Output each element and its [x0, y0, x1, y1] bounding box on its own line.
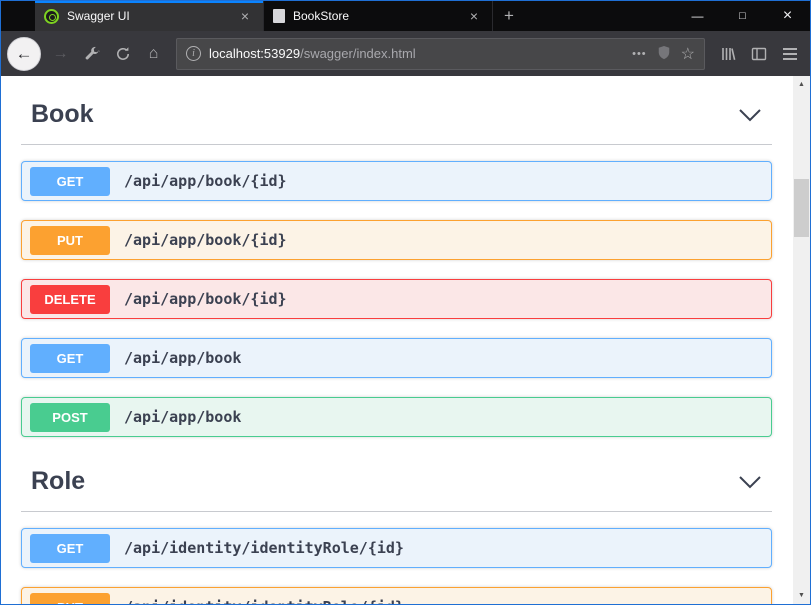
- method-badge: GET: [30, 167, 110, 196]
- url-path: /swagger/index.html: [300, 46, 416, 61]
- method-badge: PUT: [30, 226, 110, 255]
- navigation-toolbar: ← → ⌂ i localhost:53929/swagger/index.ht…: [1, 31, 810, 76]
- operation-row[interactable]: PUT /api/app/book/{id}: [21, 220, 772, 260]
- url-bar[interactable]: i localhost:53929/swagger/index.html •••…: [176, 38, 705, 70]
- section-title: Book: [31, 100, 94, 129]
- info-icon[interactable]: i: [186, 46, 201, 61]
- url-actions: ••• ☆: [632, 44, 695, 64]
- url-text: localhost:53929/swagger/index.html: [209, 46, 624, 61]
- library-icon[interactable]: [713, 39, 742, 68]
- back-arrow-icon: ←: [16, 44, 33, 64]
- maximize-button[interactable]: □: [720, 1, 765, 31]
- chevron-down-icon[interactable]: [738, 475, 762, 489]
- swagger-sections: Book GET /api/app/book/{id} PUT /api/app…: [1, 76, 793, 604]
- sidebar-toggle-icon[interactable]: [744, 39, 773, 68]
- operation-path: /api/app/book: [124, 349, 241, 367]
- operation-row[interactable]: GET /api/app/book/{id}: [21, 161, 772, 201]
- swagger-favicon-icon: [44, 9, 59, 24]
- forward-button[interactable]: →: [46, 39, 75, 68]
- titlebar-spacer: [1, 1, 35, 31]
- scroll-up-icon[interactable]: ▲: [793, 76, 810, 93]
- section-header[interactable]: Book: [21, 96, 772, 145]
- chevron-down-icon[interactable]: [738, 108, 762, 122]
- method-badge: POST: [30, 403, 110, 432]
- new-tab-button[interactable]: +: [493, 1, 525, 31]
- back-button[interactable]: ←: [7, 37, 41, 71]
- operation-path: /api/identity/identityRole/{id}: [124, 598, 404, 604]
- close-tab-icon[interactable]: ×: [465, 8, 483, 24]
- home-button[interactable]: ⌂: [139, 39, 168, 68]
- refresh-button[interactable]: [108, 39, 137, 68]
- page-content: Book GET /api/app/book/{id} PUT /api/app…: [1, 76, 810, 604]
- operation-row[interactable]: POST /api/app/book: [21, 397, 772, 437]
- tab-title: Swagger UI: [67, 9, 228, 23]
- tab-swagger-ui[interactable]: Swagger UI ×: [35, 1, 264, 31]
- operation-path: /api/app/book/{id}: [124, 172, 287, 190]
- window-controls: — □ ×: [675, 1, 810, 31]
- section-title: Role: [31, 467, 85, 496]
- close-window-button[interactable]: ×: [765, 1, 810, 31]
- tab-bookstore[interactable]: BookStore ×: [264, 1, 493, 31]
- browser-window: Swagger UI × BookStore × + — □ × ← → ⌂ i: [0, 0, 811, 605]
- api-section: Role GET /api/identity/identityRole/{id}…: [21, 463, 772, 604]
- wrench-icon[interactable]: [77, 39, 106, 68]
- method-badge: PUT: [30, 593, 110, 605]
- close-tab-icon[interactable]: ×: [236, 8, 254, 24]
- api-section: Book GET /api/app/book/{id} PUT /api/app…: [21, 96, 772, 437]
- tab-title: BookStore: [293, 9, 457, 23]
- method-badge: GET: [30, 534, 110, 563]
- operation-path: /api/identity/identityRole/{id}: [124, 539, 404, 557]
- section-header[interactable]: Role: [21, 463, 772, 512]
- page-actions-icon[interactable]: •••: [632, 48, 647, 60]
- vertical-scrollbar[interactable]: ▲ ▼: [793, 76, 810, 604]
- operation-row[interactable]: DELETE /api/app/book/{id}: [21, 279, 772, 319]
- menu-hamburger-icon[interactable]: [775, 39, 804, 68]
- operation-path: /api/app/book: [124, 408, 241, 426]
- method-badge: DELETE: [30, 285, 110, 314]
- operation-row[interactable]: GET /api/app/book: [21, 338, 772, 378]
- shield-icon[interactable]: [657, 45, 671, 63]
- scroll-down-icon[interactable]: ▼: [793, 587, 810, 604]
- minimize-button[interactable]: —: [675, 1, 720, 31]
- operation-list: GET /api/identity/identityRole/{id} PUT …: [21, 528, 772, 604]
- operation-row[interactable]: GET /api/identity/identityRole/{id}: [21, 528, 772, 568]
- tab-bar: Swagger UI × BookStore × + — □ ×: [1, 1, 810, 31]
- operation-row[interactable]: PUT /api/identity/identityRole/{id}: [21, 587, 772, 604]
- hamburger-lines: [783, 48, 797, 60]
- operation-list: GET /api/app/book/{id} PUT /api/app/book…: [21, 161, 772, 437]
- operation-path: /api/app/book/{id}: [124, 290, 287, 308]
- operation-path: /api/app/book/{id}: [124, 231, 287, 249]
- method-badge: GET: [30, 344, 110, 373]
- url-host: localhost:53929: [209, 46, 300, 61]
- page-favicon-icon: [273, 9, 285, 23]
- scrollbar-thumb[interactable]: [794, 179, 809, 237]
- bookmark-star-icon[interactable]: ☆: [681, 44, 695, 64]
